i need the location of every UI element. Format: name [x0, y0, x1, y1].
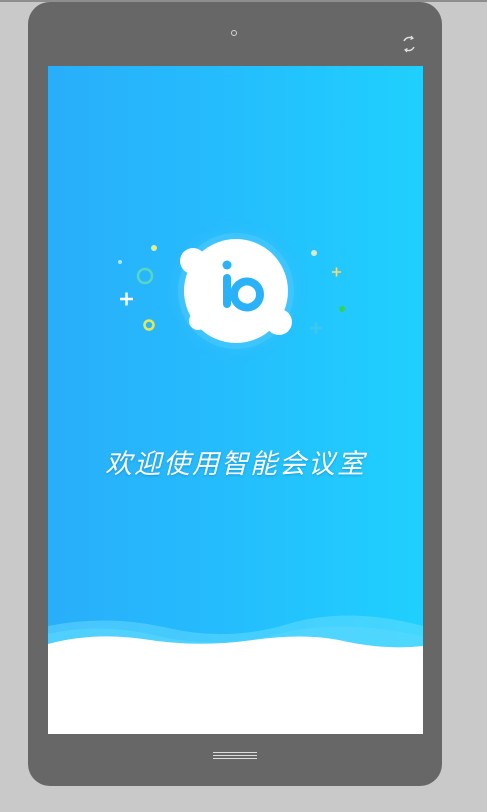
front-camera-icon [231, 30, 237, 36]
device-frame: 欢迎使用智能会议室 [28, 2, 442, 786]
home-button[interactable] [213, 750, 257, 766]
welcome-text: 欢迎使用智能会议室 [105, 449, 366, 480]
splash-screen: 欢迎使用智能会议室 [48, 66, 423, 734]
rotate-icon[interactable] [400, 35, 418, 53]
wave-footer [48, 615, 423, 734]
